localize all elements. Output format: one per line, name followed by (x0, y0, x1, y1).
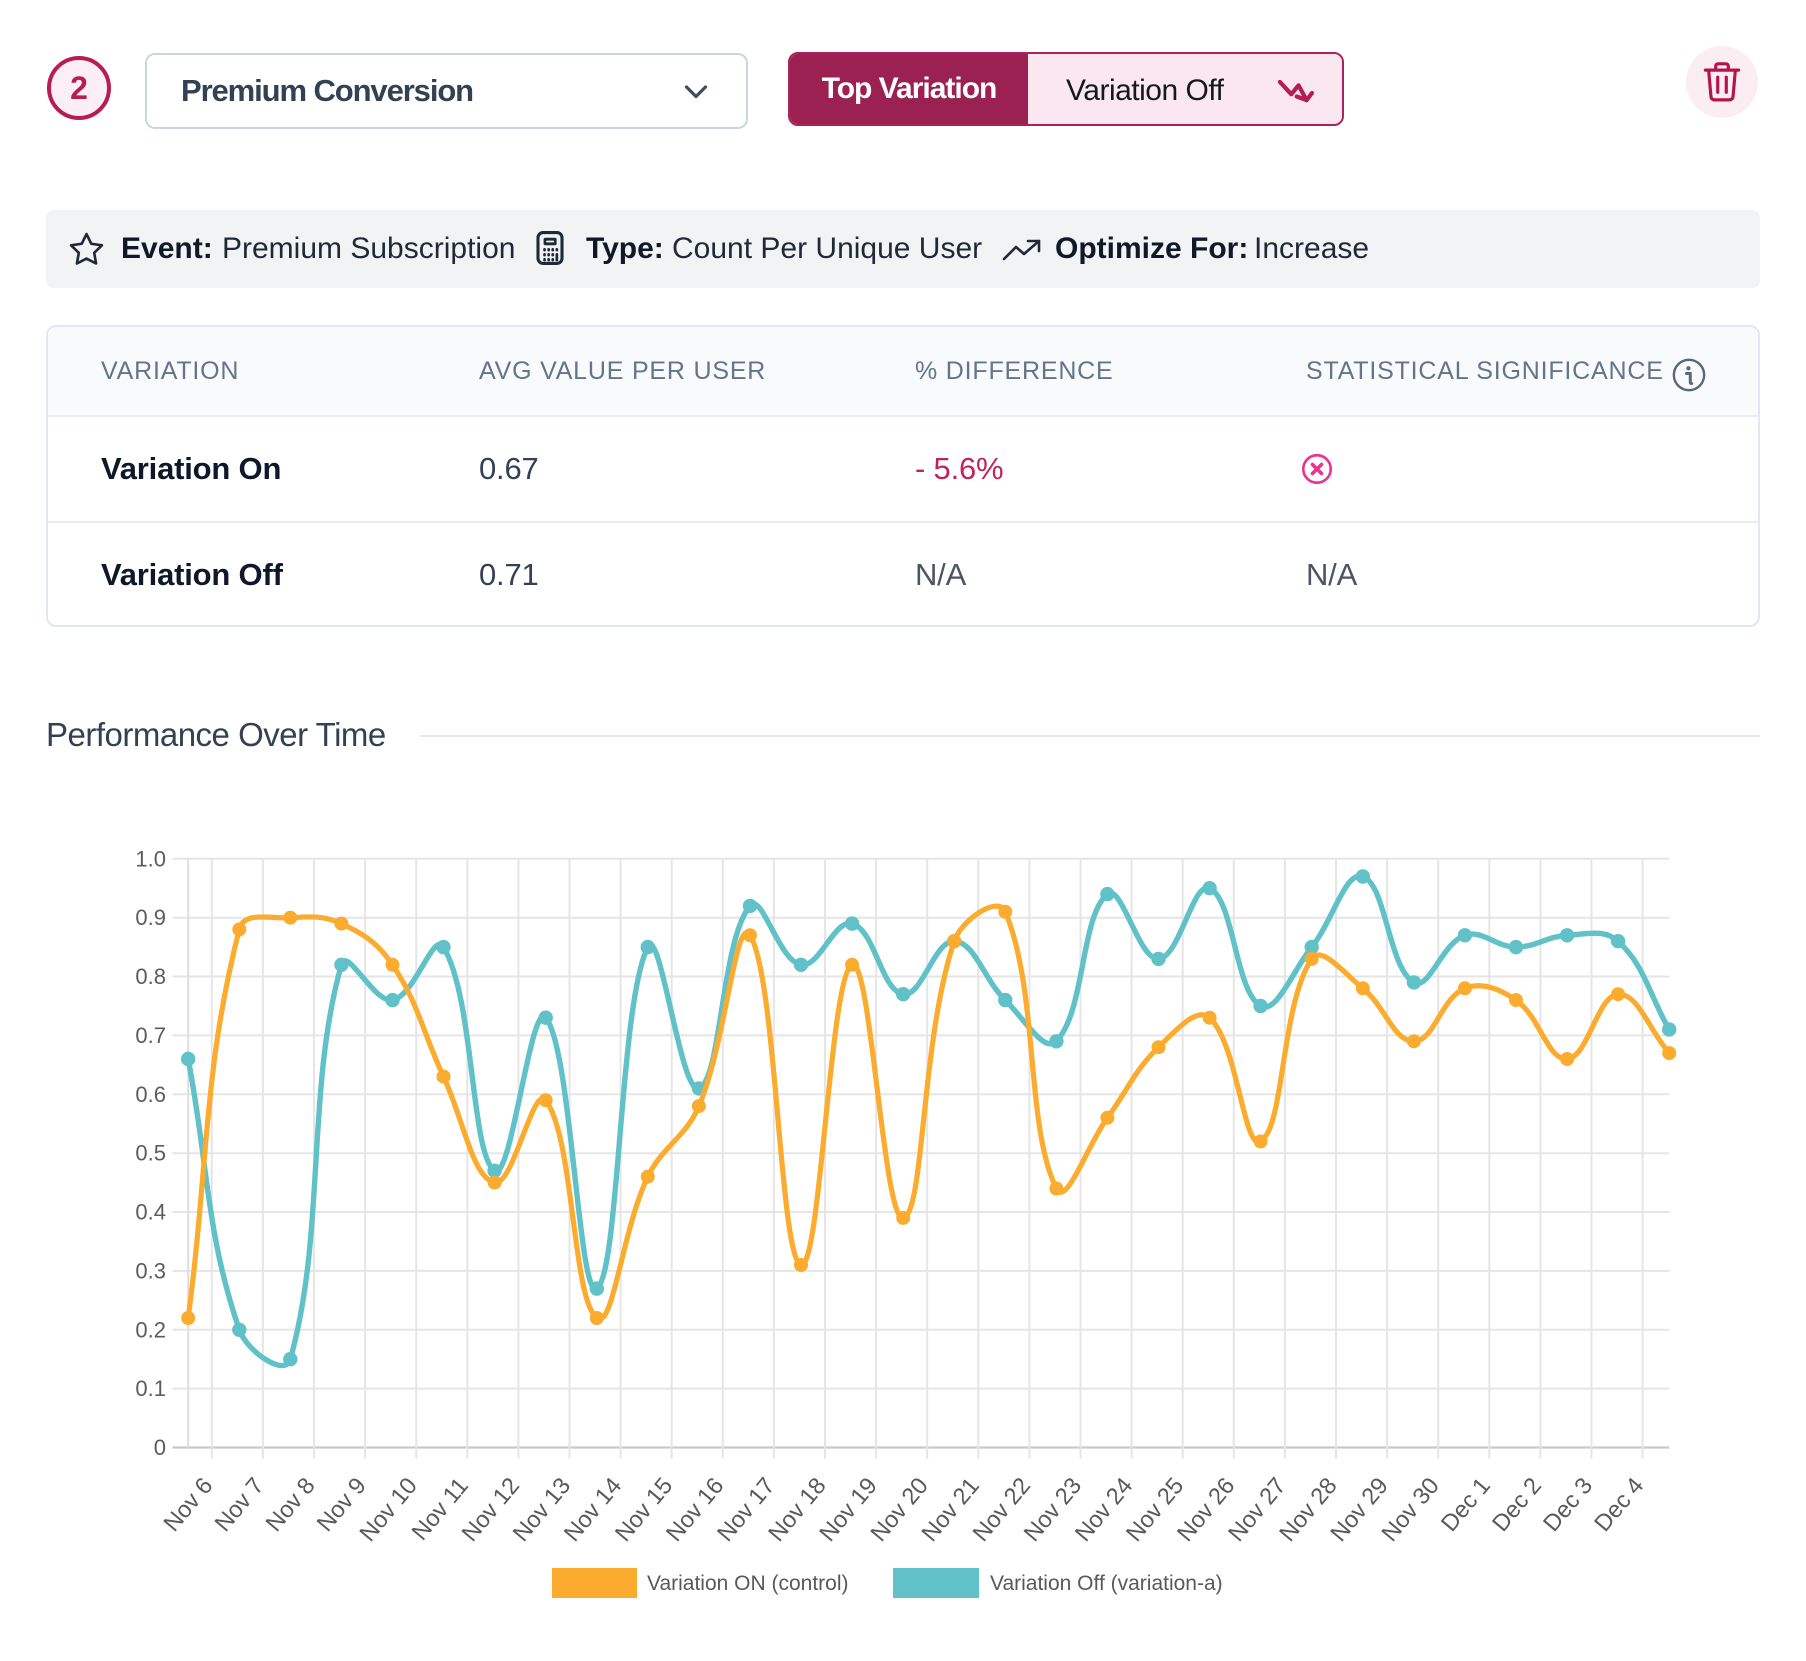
svg-text:Nov 30: Nov 30 (1376, 1473, 1444, 1547)
svg-text:0.5: 0.5 (135, 1141, 166, 1166)
svg-text:Nov 10: Nov 10 (354, 1473, 422, 1547)
svg-text:Dec 3: Dec 3 (1538, 1473, 1597, 1537)
svg-text:0.7: 0.7 (135, 1023, 166, 1048)
svg-text:0.4: 0.4 (135, 1200, 166, 1225)
svg-text:Dec 1: Dec 1 (1436, 1473, 1495, 1537)
svg-text:0.8: 0.8 (135, 964, 166, 989)
svg-text:0.2: 0.2 (135, 1317, 166, 1342)
svg-text:Nov 8: Nov 8 (260, 1473, 319, 1537)
svg-text:Dec 2: Dec 2 (1487, 1473, 1546, 1537)
svg-text:1.0: 1.0 (135, 846, 166, 871)
svg-text:Nov 6: Nov 6 (158, 1473, 217, 1537)
svg-text:Nov 7: Nov 7 (209, 1473, 268, 1537)
svg-text:Dec 4: Dec 4 (1589, 1473, 1648, 1537)
svg-text:Variation ON (control): Variation ON (control) (647, 1572, 849, 1595)
svg-text:0.1: 0.1 (135, 1376, 166, 1401)
svg-text:0: 0 (154, 1435, 166, 1460)
svg-text:0.9: 0.9 (135, 905, 166, 930)
svg-text:0.3: 0.3 (135, 1258, 166, 1283)
svg-text:0.6: 0.6 (135, 1082, 166, 1107)
svg-text:Variation Off (variation-a): Variation Off (variation-a) (990, 1572, 1223, 1595)
